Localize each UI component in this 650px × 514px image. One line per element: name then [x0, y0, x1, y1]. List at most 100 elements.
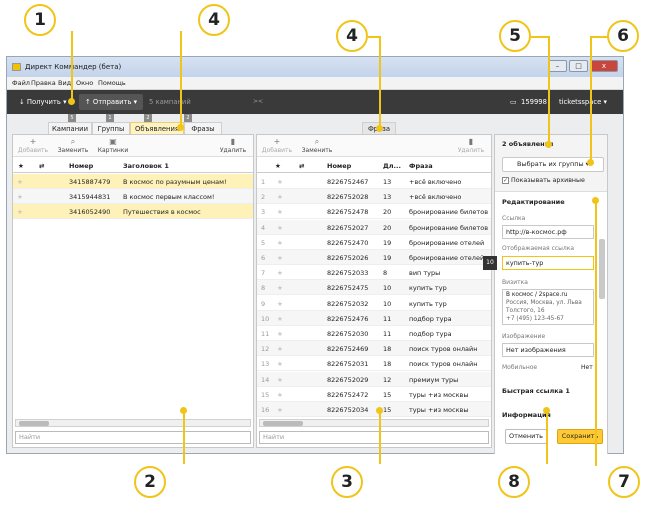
cancel-button[interactable]: Отменить: [505, 429, 547, 444]
images-button[interactable]: ▣ Картинки: [93, 137, 133, 154]
maximize-icon[interactable]: □: [569, 60, 588, 72]
table-row[interactable]: 15 ★ 8226752472 15 туры +из москвы: [257, 387, 491, 402]
get-button-label: Получить: [26, 98, 61, 106]
quicklink-heading[interactable]: Быстрая ссылка 1: [502, 387, 570, 395]
link-input[interactable]: http://в-космос.рф: [502, 225, 594, 239]
login-menu[interactable]: ticketsspace ▾: [559, 94, 607, 110]
table-row[interactable]: 13 ★ 8226752031 18 поиск туров онлайн: [257, 356, 491, 372]
star-column-header[interactable]: ★: [18, 162, 24, 170]
phrases-horizontal-scrollbar[interactable]: [259, 419, 489, 427]
star-icon[interactable]: ★: [277, 208, 283, 216]
star-icon[interactable]: ★: [277, 345, 283, 353]
callout-3: 3: [331, 466, 363, 498]
send-button[interactable]: ↑ Отправить ▾: [79, 94, 144, 110]
table-row[interactable]: 16 ★ 8226752034 15 туры +из москвы: [257, 402, 491, 417]
get-button[interactable]: ↓ Получить ▾: [13, 94, 72, 110]
delete-ad-button[interactable]: ▮ Удалить: [213, 137, 253, 154]
table-row[interactable]: 2 ★ 8226752028 13 +всё включено: [257, 189, 491, 205]
table-row[interactable]: 4 ★ 8226752027 20 бронирование билетов: [257, 219, 491, 235]
star-icon[interactable]: ★: [277, 406, 283, 414]
star-icon[interactable]: ★: [277, 330, 283, 338]
image-field[interactable]: Нет изображения: [502, 343, 594, 357]
table-row[interactable]: 1 ★ 8226752467 13 +всё включено: [257, 174, 491, 189]
replace-phrase-button[interactable]: ⌕ Заменить: [297, 137, 337, 154]
search-icon: ⌕: [70, 137, 76, 146]
vcard-line: В космос / 2space.ru: [506, 292, 568, 298]
replace-ad-button[interactable]: ⌕ Заменить: [53, 137, 93, 154]
callout-line: [183, 410, 185, 464]
ads-horizontal-scrollbar[interactable]: [15, 419, 251, 427]
scroll-thumb[interactable]: [19, 421, 49, 426]
star-icon[interactable]: ★: [277, 269, 283, 277]
menu-edit[interactable]: Правка: [31, 79, 56, 87]
table-row[interactable]: ★ 3416052490 Путешествия в космос: [13, 204, 253, 219]
star-icon[interactable]: ★: [277, 239, 283, 247]
delete-phrase-button[interactable]: ▮ Удалить: [451, 137, 491, 154]
length-column-header[interactable]: Дл...: [383, 162, 401, 170]
collapse-panels-icon[interactable]: ><: [247, 94, 269, 110]
star-icon[interactable]: ★: [277, 391, 283, 399]
status-column-icon[interactable]: ⇄: [299, 162, 304, 170]
star-icon[interactable]: ★: [17, 178, 23, 186]
title-column-header[interactable]: Заголовок 1: [123, 162, 169, 170]
phrase-length: 15: [383, 390, 392, 399]
menu-view[interactable]: Вид: [58, 79, 71, 87]
table-row[interactable]: 5 ★ 8226752470 19 бронирование отелей: [257, 235, 491, 250]
star-icon[interactable]: ★: [277, 224, 283, 232]
status-column-icon[interactable]: ⇄: [39, 162, 44, 170]
star-column-header[interactable]: ★: [275, 162, 281, 170]
table-row[interactable]: 10 ★ 8226752476 11 подбор тура: [257, 310, 491, 326]
add-ad-button[interactable]: + Добавить: [13, 137, 53, 154]
delete-phrase-label: Удалить: [457, 147, 485, 154]
star-icon[interactable]: ★: [277, 284, 283, 292]
close-button[interactable]: x: [590, 60, 618, 72]
star-icon[interactable]: ★: [277, 193, 283, 201]
star-icon[interactable]: ★: [277, 254, 283, 262]
callout-dot: [376, 407, 383, 414]
number-column-header[interactable]: Номер: [327, 162, 351, 170]
star-icon[interactable]: ★: [277, 360, 283, 368]
phrase-text: премиум туры: [409, 375, 459, 384]
phrase-column-header[interactable]: Фраза: [409, 162, 433, 170]
star-icon[interactable]: ★: [277, 178, 283, 186]
row-index: 3: [261, 208, 266, 217]
ads-search-input[interactable]: Найти: [15, 431, 251, 444]
table-row[interactable]: 14 ★ 8226752029 12 премиум туры: [257, 371, 491, 387]
show-archived-checkbox[interactable]: ✓ Показывать архивные: [502, 177, 585, 184]
menu-file[interactable]: Файл: [12, 79, 30, 87]
callout-line: [590, 36, 608, 38]
callout-dot: [545, 141, 552, 148]
trash-icon: ▮: [468, 137, 474, 146]
callout-5: 5: [499, 20, 531, 52]
star-icon[interactable]: ★: [277, 300, 283, 308]
number-column-header[interactable]: Номер: [69, 162, 93, 170]
phrase-length: 15: [383, 406, 392, 414]
table-row[interactable]: 7 ★ 8226752033 8 вип туры: [257, 265, 491, 281]
add-phrase-button[interactable]: + Добавить: [257, 137, 297, 154]
table-row[interactable]: 6 ★ 8226752026 19 бронирование отелей: [257, 250, 491, 265]
phrases-search-input[interactable]: Найти: [259, 431, 489, 444]
star-icon[interactable]: ★: [17, 208, 23, 216]
star-icon[interactable]: ★: [17, 193, 23, 201]
minimize-icon[interactable]: –: [548, 60, 567, 72]
table-row[interactable]: ★ 3415887479 В космос по разумным ценам!: [13, 174, 253, 189]
ad-number: 3415887479: [69, 178, 111, 186]
menu-help[interactable]: Помощь: [98, 79, 126, 87]
menu-window[interactable]: Окно: [76, 79, 93, 87]
star-icon[interactable]: ★: [277, 376, 283, 384]
table-row[interactable]: 9 ★ 8226752032 10 купить тур: [257, 296, 491, 311]
mobile-value: Нет: [581, 364, 593, 371]
add-phrase-label: Добавить: [261, 147, 293, 154]
display-link-input[interactable]: купить-тур: [502, 256, 594, 270]
table-row[interactable]: ★ 3415944831 В космос первым классом!: [13, 189, 253, 204]
ad-number: 3415944831: [69, 193, 111, 201]
table-row[interactable]: 11 ★ 8226752030 11 подбор тура: [257, 326, 491, 341]
table-row[interactable]: 8 ★ 8226752475 10 купить тур: [257, 280, 491, 296]
phrases-table-header: ★ ⇄ Номер Дл... Фраза: [257, 159, 491, 173]
table-row[interactable]: 12 ★ 8226752469 18 поиск туров онлайн: [257, 341, 491, 357]
scroll-thumb[interactable]: [263, 421, 303, 426]
star-icon[interactable]: ★: [277, 315, 283, 323]
vcard-field[interactable]: В космос / 2space.ru Россия, Москва, ул.…: [502, 289, 594, 325]
properties-scrollbar[interactable]: [599, 239, 605, 299]
table-row[interactable]: 3 ★ 8226752478 20 бронирование билетов: [257, 204, 491, 220]
